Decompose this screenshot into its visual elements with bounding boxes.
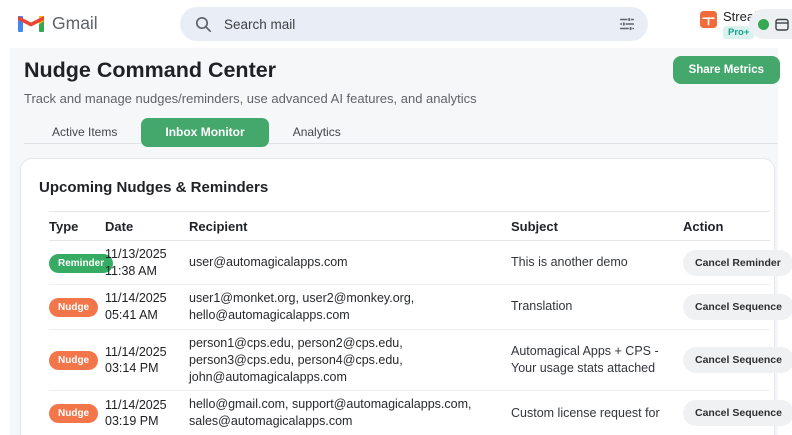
app-name: Gmail: [52, 13, 98, 34]
type-badge: Nudge: [49, 298, 98, 317]
recipient-cell: user@automagicalapps.com: [189, 254, 511, 271]
cancel-sequence-button[interactable]: Cancel Sequence: [683, 347, 792, 373]
column-header-recipient: Recipient: [189, 220, 511, 233]
column-header-subject: Subject: [511, 220, 683, 233]
gmail-topbar: Gmail: [0, 0, 792, 48]
search-bar[interactable]: [180, 7, 648, 41]
cancel-reminder-button[interactable]: Cancel Reminder: [683, 250, 792, 276]
date-cell: 11/14/202503:19 PM: [105, 397, 189, 430]
table-row: Nudge 11/14/202503:19 PM hello@gmail.com…: [49, 391, 770, 435]
table-row: Nudge 11/14/202503:14 PM person1@cps.edu…: [49, 330, 770, 392]
search-options-icon[interactable]: [618, 15, 636, 33]
tab-active-items[interactable]: Active Items: [28, 118, 141, 147]
page-subtitle: Track and manage nudges/reminders, use a…: [24, 91, 477, 106]
column-header-type: Type: [49, 220, 105, 233]
search-input[interactable]: [224, 17, 618, 32]
subject-cell: Automagical Apps + CPS - Your usage stat…: [511, 343, 683, 377]
streak-logo-icon: [700, 11, 717, 28]
cancel-sequence-button[interactable]: Cancel Sequence: [683, 294, 792, 320]
recipient-cell: user1@monket.org, user2@monkey.org, hell…: [189, 290, 511, 324]
date-cell: 11/14/202503:14 PM: [105, 344, 189, 377]
date-cell: 11/14/202505:41 AM: [105, 290, 189, 323]
tab-bar: Active Items Inbox Monitor Analytics: [28, 118, 365, 147]
screen: Gmail: [0, 0, 792, 435]
recipient-cell: person1@cps.edu, person2@cps.edu, person…: [189, 335, 511, 386]
table-row: Reminder 11/13/202511:38 AM user@automag…: [49, 241, 770, 285]
subject-cell: Translation: [511, 298, 683, 315]
upcoming-nudges-panel: Upcoming Nudges & Reminders Type Date Re…: [20, 158, 775, 435]
page-title: Nudge Command Center: [24, 58, 276, 83]
share-metrics-button[interactable]: Share Metrics: [673, 56, 780, 84]
status-account-pill[interactable]: [749, 9, 792, 39]
column-header-date: Date: [105, 220, 189, 233]
type-badge: Nudge: [49, 404, 98, 423]
recipient-cell: hello@gmail.com, support@automagicalapps…: [189, 396, 511, 430]
table-row: Nudge 11/14/202505:41 AM user1@monket.or…: [49, 285, 770, 330]
type-badge: Reminder: [49, 254, 113, 273]
subject-cell: This is another demo: [511, 254, 683, 271]
type-badge: Nudge: [49, 351, 98, 370]
subject-cell: Custom license request for: [511, 405, 683, 422]
table-header-row: Type Date Recipient Subject Action: [49, 211, 770, 241]
status-dot-icon: [758, 19, 769, 30]
search-icon[interactable]: [194, 15, 212, 33]
tab-analytics[interactable]: Analytics: [269, 118, 365, 147]
cancel-sequence-button[interactable]: Cancel Sequence: [683, 400, 792, 426]
gmail-brand[interactable]: Gmail: [18, 13, 98, 34]
nudges-table: Type Date Recipient Subject Action Remin…: [49, 211, 770, 435]
column-header-action: Action: [683, 220, 770, 233]
panel-title: Upcoming Nudges & Reminders: [39, 179, 770, 196]
calendar-icon: [775, 17, 789, 31]
date-cell: 11/13/202511:38 AM: [105, 246, 189, 279]
tab-inbox-monitor[interactable]: Inbox Monitor: [141, 118, 268, 147]
gmail-logo-icon: [18, 14, 44, 34]
